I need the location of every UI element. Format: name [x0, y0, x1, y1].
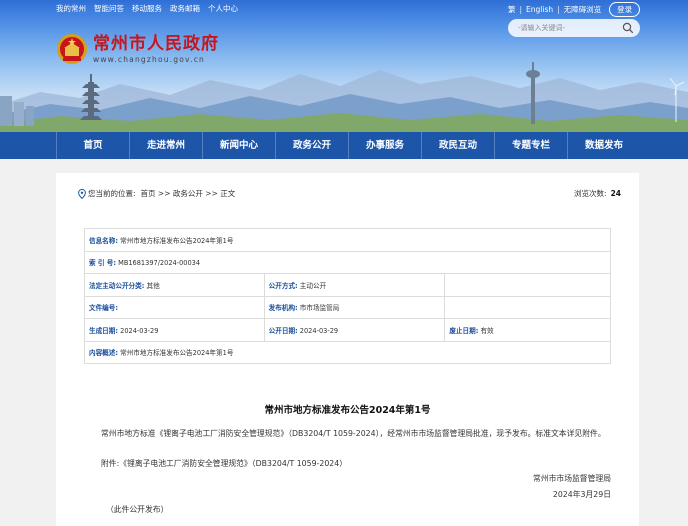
created-date-key: 生成日期:: [89, 326, 119, 335]
separator: |: [557, 5, 560, 14]
info-name-value: 常州市地方标准发布公告2024年第1号: [120, 236, 234, 245]
nav-item-news[interactable]: 新闻中心: [203, 132, 276, 159]
article-title: 常州市地方标准发布公告2024年第1号: [264, 405, 431, 416]
site-logo[interactable]: 常州市人民政府 www.changzhou.gov.cn: [56, 33, 219, 65]
search-icon[interactable]: [622, 22, 634, 34]
breadcrumb-path[interactable]: 首页 >> 政务公开 >> 正文: [141, 188, 236, 199]
index-key: 索 引 号:: [89, 259, 117, 268]
top-link-my-changzhou[interactable]: 我的常州: [56, 3, 86, 14]
article-paragraph-1: 常州市地方标准《锂离子电池工厂消防安全管理规范》（DB3204/T 1059-2…: [101, 429, 606, 438]
table-row: 法定主动公开分类: 其他 公开方式: 主动公开: [84, 273, 611, 297]
expire-date-value: 有效: [480, 326, 494, 335]
method-key: 公开方式:: [268, 281, 298, 290]
top-right-tools: 繁 | English | 无障碍浏览 登录: [508, 2, 641, 17]
nav-item-interaction[interactable]: 政民互动: [422, 132, 495, 159]
view-count-label: 浏览次数:: [574, 189, 607, 198]
search-input[interactable]: [518, 24, 622, 32]
view-count-value: 24: [610, 189, 621, 198]
doc-number-key: 文件编号:: [89, 304, 119, 313]
national-emblem-icon: [57, 34, 87, 64]
table-row: 信息名称: 常州市地方标准发布公告2024年第1号: [84, 228, 611, 252]
top-links: 我的常州 智能问答 移动服务 政务邮箱 个人中心: [56, 3, 238, 14]
expire-date-key: 废止日期:: [449, 326, 479, 335]
info-table: 信息名称: 常州市地方标准发布公告2024年第1号 索 引 号: MB16813…: [84, 228, 611, 364]
content-panel: 您当前的位置: 首页 >> 政务公开 >> 正文 浏览次数: 24 信息名称: 常…: [56, 173, 639, 526]
login-button[interactable]: 登录: [609, 2, 641, 17]
org-value: 市市场监管局: [299, 304, 340, 313]
location-pin-icon: [78, 188, 86, 199]
nav-item-gov-open[interactable]: 政务公开: [276, 132, 349, 159]
published-date-key: 公开日期:: [268, 326, 298, 335]
nav-item-about[interactable]: 走进常州: [130, 132, 203, 159]
nav-item-data[interactable]: 数据发布: [568, 132, 640, 159]
index-value: MB1681397/2024-00034: [118, 259, 201, 268]
nav-item-topics[interactable]: 专题专栏: [495, 132, 568, 159]
site-name: 常州市人民政府: [93, 34, 219, 54]
method-value: 主动公开: [299, 281, 327, 290]
view-count: 浏览次数: 24: [574, 188, 621, 199]
table-row: 内容概述: 常州市地方标准发布公告2024年第1号: [84, 340, 611, 364]
article-sign-org: 常州市市场监督管理局: [533, 474, 611, 483]
top-link-smart-qa[interactable]: 智能问答: [94, 3, 124, 14]
lang-traditional-link[interactable]: 繁: [508, 4, 516, 15]
top-link-personal-center[interactable]: 个人中心: [208, 3, 238, 14]
breadcrumb: 您当前的位置: 首页 >> 政务公开 >> 正文: [78, 188, 235, 199]
article-note: （此件公开发布）: [106, 505, 169, 514]
article-attachment[interactable]: 附件:《锂离子电池工厂消防安全管理规范》（DB3204/T 1059-2024）: [101, 457, 601, 471]
accessibility-link[interactable]: 无障碍浏览: [564, 4, 602, 15]
separator: |: [519, 5, 523, 14]
main-nav: 首页 走进常州 新闻中心 政务公开 办事服务 政民互动 专题专栏 数据发布: [0, 132, 688, 159]
published-date-value: 2024-03-29: [299, 326, 339, 335]
nav-item-home[interactable]: 首页: [56, 132, 130, 159]
breadcrumb-prefix: 您当前的位置:: [88, 189, 136, 198]
site-header: 我的常州 智能问答 移动服务 政务邮箱 个人中心 繁 | English | 无…: [0, 0, 688, 132]
summary-value: 常州市地方标准发布公告2024年第1号: [120, 349, 234, 358]
info-name-key: 信息名称:: [89, 236, 119, 245]
top-link-gov-mail[interactable]: 政务邮箱: [170, 3, 200, 14]
table-row: 索 引 号: MB1681397/2024-00034: [84, 250, 611, 274]
article-sign-date: 2024年3月29日: [552, 490, 611, 499]
lang-english-link[interactable]: English: [526, 5, 553, 14]
top-link-mobile-service[interactable]: 移动服务: [132, 3, 162, 14]
nav-item-services[interactable]: 办事服务: [349, 132, 422, 159]
table-row: 文件编号: 发布机构: 市市场监管局: [84, 295, 611, 319]
created-date-value: 2024-03-29: [120, 326, 159, 335]
summary-key: 内容概述:: [89, 349, 119, 358]
site-url: www.changzhou.gov.cn: [93, 55, 205, 64]
org-key: 发布机构:: [268, 304, 298, 313]
category-value: 其他: [146, 281, 160, 290]
table-row: 生成日期: 2024-03-29 公开日期: 2024-03-29 废止日期: …: [84, 318, 611, 342]
search-box: [508, 19, 640, 37]
category-key: 法定主动公开分类:: [89, 281, 145, 290]
